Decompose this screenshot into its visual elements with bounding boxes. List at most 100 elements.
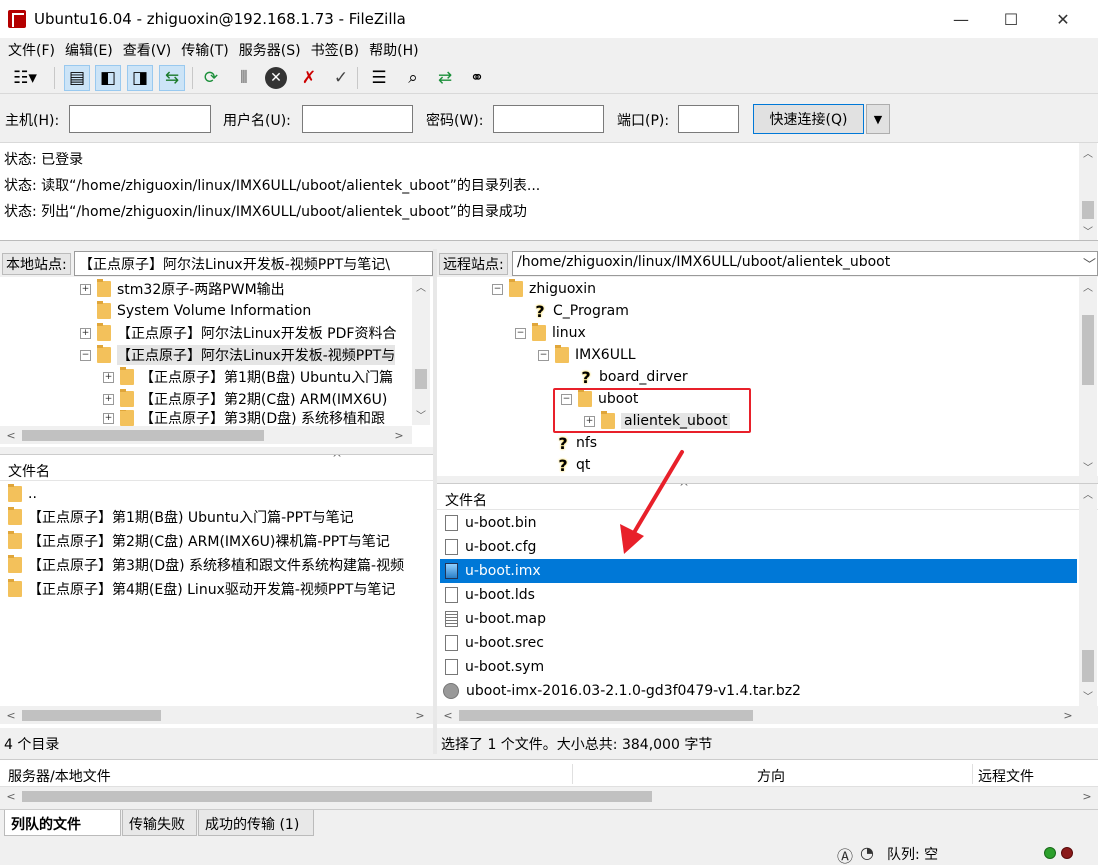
tree-item[interactable]: + 【正点原子】第2期(C盘) ARM(IMX6U) <box>103 388 387 410</box>
chevron-up-icon[interactable]: ︿ <box>1079 143 1097 161</box>
cancel-operation-button[interactable]: ✕ <box>263 65 289 91</box>
local-path-combobox[interactable]: 【正点原子】阿尔法Linux开发板-视频PPT与笔记\ <box>74 251 433 276</box>
log-scrollbar[interactable]: ︿ ﹀ <box>1079 143 1097 240</box>
site-manager-button[interactable]: ☷▾ <box>5 65 45 91</box>
filter-button[interactable]: ⫴ <box>231 65 257 91</box>
maximize-button[interactable]: ☐ <box>988 0 1034 38</box>
scroll-thumb[interactable] <box>415 369 427 389</box>
find-files-button[interactable]: ⚭ <box>464 65 490 91</box>
chevron-right-icon[interactable]: > <box>1078 787 1096 805</box>
collapse-icon[interactable]: − <box>80 349 91 361</box>
sync-browse-button[interactable]: ⇄ <box>432 65 458 91</box>
queue-column-remote[interactable]: 远程文件 <box>978 766 1034 786</box>
scroll-thumb[interactable] <box>1082 315 1094 385</box>
expand-icon[interactable]: + <box>80 283 91 295</box>
scroll-thumb[interactable] <box>459 710 753 721</box>
quickconnect-dropdown[interactable]: ▼ <box>866 104 890 134</box>
local-list-hscrollbar[interactable]: < > <box>0 706 433 724</box>
tab-queued-files[interactable]: 列队的文件 <box>4 810 121 836</box>
tree-item[interactable]: − zhiguoxin <box>492 278 596 300</box>
list-item[interactable]: 【正点原子】第4期(E盘) Linux驱动开发篇-视频PPT与笔记 <box>8 577 395 601</box>
expand-icon[interactable]: + <box>103 393 114 405</box>
chevron-left-icon[interactable]: < <box>439 706 457 724</box>
chevron-right-icon[interactable]: > <box>1059 706 1077 724</box>
expand-icon[interactable]: + <box>103 412 114 424</box>
scroll-thumb[interactable] <box>1082 650 1094 682</box>
list-item[interactable]: 【正点原子】第2期(C盘) ARM(IMX6U)裸机篇-PPT与笔记 <box>8 529 390 553</box>
speed-meter-icon[interactable]: ◔ <box>860 843 874 862</box>
scroll-thumb[interactable] <box>22 710 161 721</box>
remote-list-scrollbar[interactable]: ︿ ﹀ <box>1079 484 1097 706</box>
list-item[interactable]: 【正点原子】第3期(D盘) 系统移植和跟文件系统构建篇-视频 <box>8 553 433 577</box>
list-item[interactable]: u-boot.bin <box>445 511 537 535</box>
chevron-left-icon[interactable]: < <box>2 787 20 805</box>
menu-file[interactable]: 文件(F) <box>6 40 63 60</box>
tree-item[interactable]: ? C_Program <box>533 300 629 322</box>
tab-successful-transfers[interactable]: 成功的传输 (1) <box>198 810 314 836</box>
host-input[interactable] <box>69 105 211 133</box>
password-input[interactable] <box>493 105 604 133</box>
local-column-filename[interactable]: 文件名 ^ <box>0 455 433 481</box>
close-button[interactable]: ✕ <box>1040 0 1086 38</box>
list-item[interactable]: u-boot.cfg <box>445 535 536 559</box>
compare-dirs-button[interactable]: ⌕ <box>400 65 426 91</box>
chevron-left-icon[interactable]: < <box>2 426 20 444</box>
list-item[interactable]: 【正点原子】第1期(B盘) Ubuntu入门篇-PPT与笔记 <box>8 505 354 529</box>
menu-server[interactable]: 服务器(S) <box>237 40 309 60</box>
menu-view[interactable]: 查看(V) <box>121 40 180 60</box>
remote-tree-scrollbar[interactable]: ︿ ﹀ <box>1079 277 1097 476</box>
chevron-up-icon[interactable]: ︿ <box>412 277 430 295</box>
minimize-button[interactable]: — <box>938 0 984 38</box>
tree-item[interactable]: − 【正点原子】阿尔法Linux开发板-视频PPT与 <box>80 344 396 366</box>
port-input[interactable] <box>678 105 739 133</box>
speed-limit-icon[interactable]: Ⓐ <box>837 843 853 865</box>
tree-item[interactable]: − IMX6ULL <box>538 344 636 366</box>
chevron-down-icon[interactable]: ﹀ <box>412 405 430 423</box>
toggle-remote-tree-button[interactable]: ◨ <box>127 65 153 91</box>
local-tree-scrollbar[interactable]: ︿ ﹀ <box>412 277 430 425</box>
tree-item[interactable]: System Volume Information <box>97 300 311 322</box>
chevron-right-icon[interactable]: > <box>411 706 429 724</box>
remote-path-combobox[interactable]: /home/zhiguoxin/linux/IMX6ULL/uboot/alie… <box>512 251 1098 276</box>
directory-listing-filter-button[interactable]: ☰ <box>366 65 392 91</box>
chevron-down-icon[interactable]: ﹀ <box>1079 457 1097 475</box>
disconnect-button[interactable]: ✗ <box>296 65 322 91</box>
queue-column-server[interactable]: 服务器/本地文件 <box>8 766 111 786</box>
queue-column-direction[interactable]: 方向 <box>757 766 785 786</box>
list-item[interactable]: u-boot.map <box>445 607 546 631</box>
chevron-up-icon[interactable]: ︿ <box>1079 277 1097 295</box>
refresh-button[interactable]: ⟳ <box>198 65 224 91</box>
collapse-icon[interactable]: − <box>492 283 503 295</box>
menu-edit[interactable]: 编辑(E) <box>63 40 121 60</box>
chevron-right-icon[interactable]: > <box>390 426 408 444</box>
menu-help[interactable]: 帮助(H) <box>367 40 426 60</box>
collapse-icon[interactable]: − <box>515 327 526 339</box>
chevron-up-icon[interactable]: ︿ <box>1079 484 1097 502</box>
reconnect-button[interactable]: ✓ <box>328 65 354 91</box>
log-scroll-thumb[interactable] <box>1082 201 1094 219</box>
tree-item[interactable]: + 【正点原子】阿尔法Linux开发板 PDF资料合 <box>80 322 396 344</box>
tab-failed-transfers[interactable]: 传输失败 <box>122 810 197 836</box>
list-item[interactable]: uboot-imx-2016.03-2.1.0-gd3f0479-v1.4.ta… <box>443 679 801 703</box>
chevron-down-icon[interactable]: ﹀ <box>1079 221 1097 239</box>
list-item[interactable]: .. <box>8 482 37 506</box>
list-item[interactable]: u-boot.sym <box>445 655 544 679</box>
expand-icon[interactable]: + <box>80 327 91 339</box>
menu-bookmarks[interactable]: 书签(B) <box>309 40 368 60</box>
queue-hscrollbar[interactable]: < > <box>0 787 1098 805</box>
local-tree-hscrollbar[interactable]: < > <box>0 426 412 444</box>
list-item-selected[interactable]: u-boot.imx <box>440 559 1077 583</box>
remote-list-hscrollbar[interactable]: < > <box>437 706 1098 724</box>
tree-item[interactable]: + stm32原子-两路PWM输出 <box>80 278 285 300</box>
collapse-icon[interactable]: − <box>538 349 549 361</box>
tree-item[interactable]: + 【正点原子】第3期(D盘) 系统移植和跟 <box>103 410 385 426</box>
scroll-thumb[interactable] <box>22 791 652 802</box>
tree-item[interactable]: ? qt <box>556 454 590 476</box>
username-input[interactable] <box>302 105 413 133</box>
toggle-queue-button[interactable]: ⇆ <box>159 65 185 91</box>
quickconnect-button[interactable]: 快速连接(Q) <box>753 104 864 134</box>
scroll-thumb[interactable] <box>22 430 264 441</box>
chevron-down-icon[interactable]: ﹀ <box>1079 686 1097 704</box>
list-item[interactable]: u-boot.lds <box>445 583 535 607</box>
toggle-local-tree-button[interactable]: ◧ <box>95 65 121 91</box>
